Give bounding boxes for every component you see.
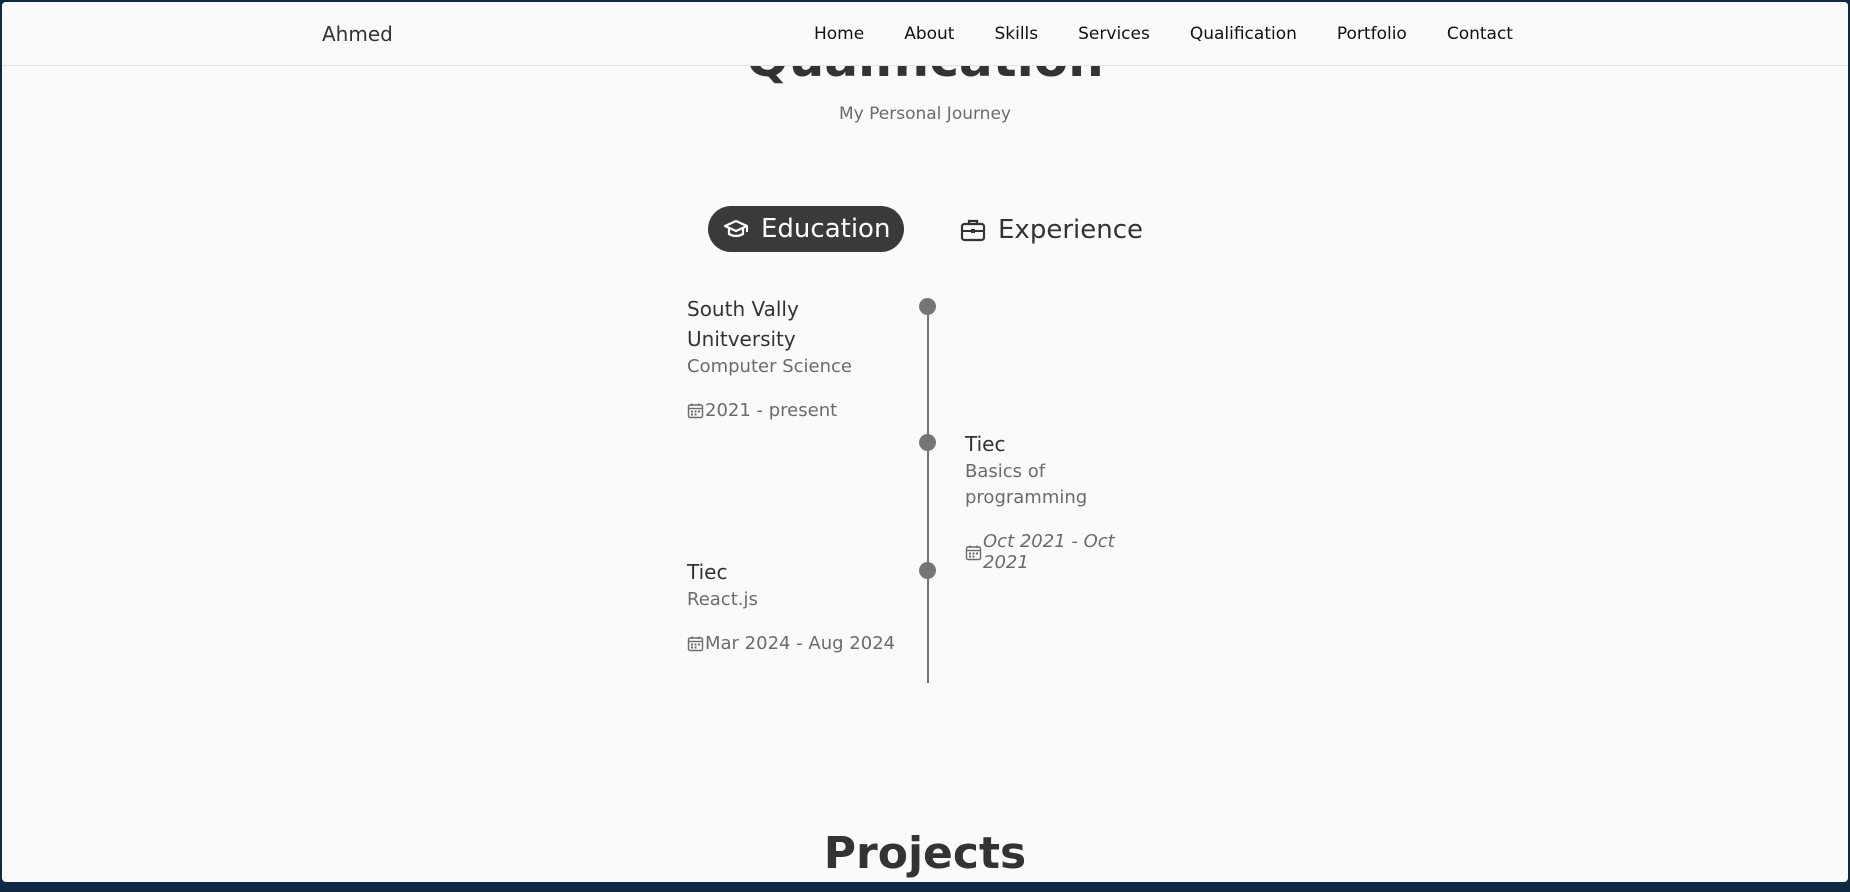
nav-link-qualification[interactable]: Qualification [1190, 24, 1297, 44]
tab-education-label: Education [761, 214, 891, 244]
entry-subtitle: Computer Science [687, 356, 852, 377]
qualification-subtitle: My Personal Journey [839, 104, 1011, 124]
timeline-dot [919, 434, 936, 451]
entry-date: Oct 2021 - Oct 2021 [965, 531, 1165, 573]
entry-date: Mar 2024 - Aug 2024 [687, 633, 907, 654]
navbar: Ahmed Home About Skills Services Qualifi… [2, 2, 1848, 66]
nav-link-services[interactable]: Services [1078, 24, 1150, 44]
nav-link-contact[interactable]: Contact [1447, 24, 1513, 44]
nav-link-about[interactable]: About [904, 24, 954, 44]
nav-links: Home About Skills Services Qualification… [814, 24, 1553, 44]
site-logo[interactable]: Ahmed [322, 22, 393, 46]
timeline-dot [919, 298, 936, 315]
entry-title: South Vally Unitversity [687, 297, 799, 351]
timeline-entry: Tiec React.js Mar 2024 - Aug 2024 [687, 557, 907, 654]
briefcase-icon [960, 217, 986, 243]
browser-viewport: Qualification My Personal Journey Ahmed … [2, 2, 1848, 882]
entry-date-text: Oct 2021 - Oct 2021 [983, 531, 1115, 573]
entry-subtitle: React.js [687, 589, 758, 610]
entry-date-text: 2021 - present [705, 400, 838, 421]
entry-subtitle: Basics of programming [965, 461, 1088, 508]
graduation-cap-icon [723, 216, 749, 242]
calendar-icon [965, 544, 982, 561]
nav-link-home[interactable]: Home [814, 24, 864, 44]
projects-title: Projects [823, 828, 1027, 879]
nav-link-portfolio[interactable]: Portfolio [1337, 24, 1407, 44]
calendar-icon [687, 635, 704, 652]
timeline-line [927, 307, 929, 683]
tab-experience[interactable]: Experience [960, 212, 1143, 248]
timeline-entry: Tiec Basics of programming Oct 2021 - Oc… [965, 429, 1165, 573]
nav-link-skills[interactable]: Skills [994, 24, 1038, 44]
entry-date-text: Mar 2024 - Aug 2024 [705, 633, 896, 654]
entry-title: Tiec [965, 432, 1006, 456]
tab-experience-label: Experience [998, 215, 1143, 245]
tab-education[interactable]: Education [708, 206, 904, 252]
entry-title: Tiec [687, 560, 728, 584]
entry-date: 2021 - present [687, 400, 887, 421]
timeline-entry: South Vally Unitversity Computer Science… [687, 294, 887, 421]
timeline-dot [919, 562, 936, 579]
calendar-icon [687, 402, 704, 419]
